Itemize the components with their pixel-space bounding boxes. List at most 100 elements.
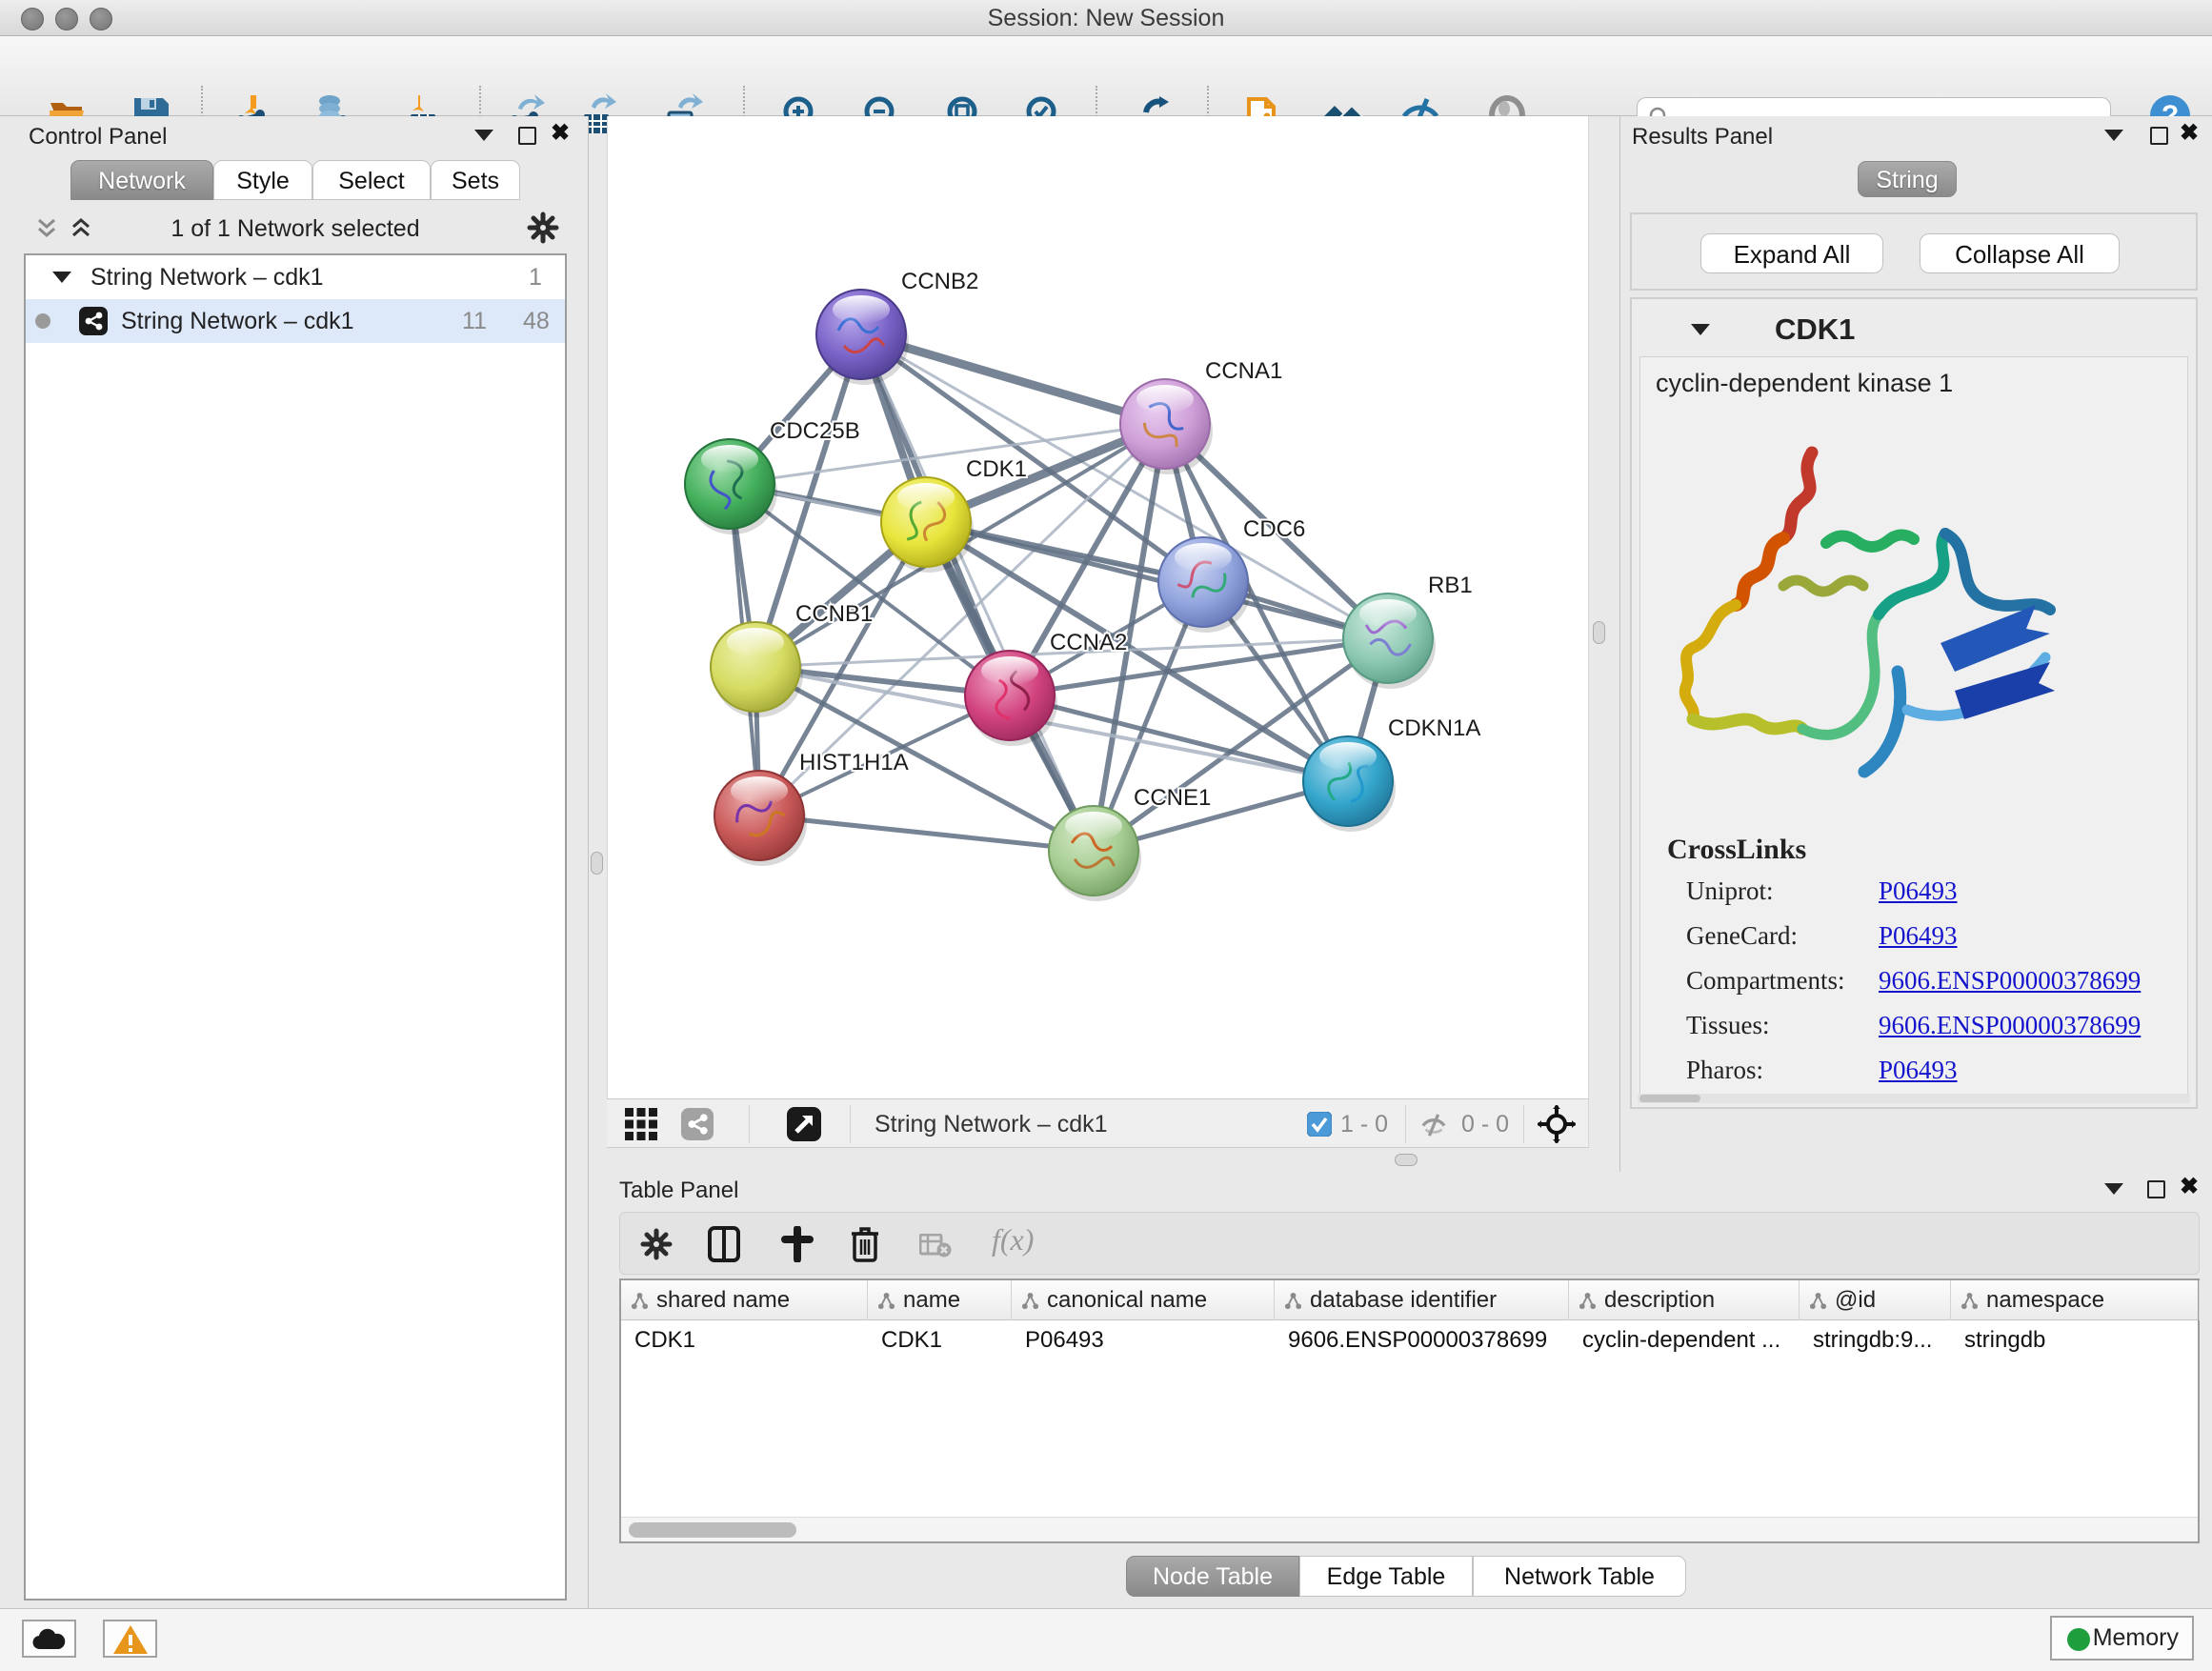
cloud-icon: [30, 1626, 69, 1653]
add-column-icon[interactable]: [780, 1226, 814, 1262]
window-title: Session: New Session: [0, 0, 2212, 36]
node-label: CDC25B: [770, 418, 860, 444]
cloud-button[interactable]: [22, 1620, 76, 1658]
network-node[interactable]: CDK1: [881, 456, 1027, 573]
tab-edge-table[interactable]: Edge Table: [1299, 1556, 1473, 1597]
warnings-button[interactable]: [103, 1620, 157, 1658]
collection-count: 1: [529, 255, 542, 299]
bottom-splitter-handle[interactable]: [1395, 1154, 1418, 1166]
column-tree-icon: [631, 1292, 649, 1310]
tab-sets[interactable]: Sets: [431, 160, 520, 200]
left-splitter-handle[interactable]: [591, 852, 603, 875]
columns-icon[interactable]: [708, 1226, 740, 1262]
float-panel-icon[interactable]: [2104, 1183, 2123, 1195]
close-panel-icon[interactable]: ✖: [551, 124, 570, 142]
float-panel-icon[interactable]: [474, 130, 493, 141]
protein-description: cyclin-dependent kinase 1: [1656, 369, 1953, 398]
crosslink-link[interactable]: 9606.ENSP00000378699: [1879, 1011, 2141, 1040]
selection-status: 1 of 1 Network selected: [24, 215, 567, 243]
tab-select[interactable]: Select: [312, 160, 431, 200]
network-edge[interactable]: [926, 522, 1388, 638]
crosslink-label: Compartments:: [1686, 966, 1844, 995]
results-hscrollbar[interactable]: [1638, 1094, 2190, 1103]
crosslink-label: Pharos:: [1686, 1056, 1763, 1084]
column-header-label: database identifier: [1310, 1287, 1497, 1313]
node-label: CCNA2: [1050, 630, 1127, 655]
column-header[interactable]: canonical name: [1012, 1280, 1275, 1320]
fit-selected-crosshair-icon[interactable]: [1538, 1105, 1576, 1143]
control-panel: Control Panel ✖ Network Style Select Set…: [0, 116, 589, 1608]
close-panel-icon[interactable]: ✖: [2180, 1178, 2199, 1196]
column-header[interactable]: description: [1569, 1280, 1800, 1320]
grid-view-icon[interactable]: [625, 1108, 657, 1140]
float-panel-icon[interactable]: [2104, 130, 2123, 141]
table-cell[interactable]: stringdb: [1951, 1320, 2200, 1360]
node-label: CCNA1: [1205, 358, 1282, 384]
column-header[interactable]: database identifier: [1275, 1280, 1569, 1320]
title-bar: Session: New Session: [0, 0, 2212, 36]
tab-network[interactable]: Network: [70, 160, 213, 200]
crosslink-link[interactable]: P06493: [1879, 876, 1958, 906]
close-panel-icon[interactable]: ✖: [2180, 124, 2199, 142]
undock-panel-icon[interactable]: [518, 127, 536, 145]
table-cell[interactable]: P06493: [1012, 1320, 1275, 1360]
table-cell[interactable]: cyclin-dependent ...: [1569, 1320, 1800, 1360]
network-collection-row[interactable]: String Network – cdk1 1: [26, 255, 565, 299]
table-cell[interactable]: CDK1: [868, 1320, 1012, 1360]
crosslink-link[interactable]: 9606.ENSP00000378699: [1879, 966, 2141, 996]
column-header-label: description: [1604, 1287, 1715, 1313]
network-canvas[interactable]: CCNB2CCNA1CDC25BCDK1CDC6RB1CCNB1CCNA2CDK…: [608, 116, 1590, 1098]
tab-style[interactable]: Style: [213, 160, 312, 200]
network-node[interactable]: CCNB2: [816, 269, 978, 385]
column-header[interactable]: name: [868, 1280, 1012, 1320]
table-hscrollbar-thumb[interactable]: [629, 1522, 796, 1538]
tab-network-table[interactable]: Network Table: [1473, 1556, 1686, 1597]
selected-checkbox-icon[interactable]: [1307, 1112, 1332, 1137]
memory-button[interactable]: Memory: [2050, 1616, 2194, 1661]
tab-node-table[interactable]: Node Table: [1126, 1556, 1299, 1597]
column-tree-icon: [1021, 1292, 1039, 1310]
hidden-eye-icon[interactable]: [1418, 1111, 1449, 1139]
network-node[interactable]: RB1: [1343, 573, 1473, 689]
column-header[interactable]: shared name: [621, 1280, 868, 1320]
undock-panel-icon[interactable]: [2147, 1180, 2165, 1198]
tab-string[interactable]: String: [1858, 161, 1957, 197]
separator: [1523, 1105, 1524, 1143]
network-row-selected[interactable]: String Network – cdk1 11 48: [26, 299, 565, 343]
crosslink-link[interactable]: P06493: [1879, 921, 1958, 951]
delete-icon[interactable]: [850, 1225, 880, 1263]
undock-panel-icon[interactable]: [2150, 127, 2168, 145]
expand-all-button[interactable]: Expand All: [1700, 233, 1883, 273]
network-view-icon[interactable]: [681, 1108, 714, 1140]
collection-label: String Network – cdk1: [90, 255, 324, 299]
protein-expand-icon[interactable]: [1691, 324, 1710, 335]
birdseye-view-icon[interactable]: [787, 1107, 821, 1141]
collapse-all-button[interactable]: Collapse All: [1920, 233, 2120, 273]
network-node[interactable]: CCNA1: [1120, 358, 1282, 474]
table-cell[interactable]: stringdb:9...: [1800, 1320, 1951, 1360]
table-cell[interactable]: CDK1: [621, 1320, 868, 1360]
network-node[interactable]: CDKN1A: [1303, 715, 1480, 832]
table-cell[interactable]: 9606.ENSP00000378699: [1275, 1320, 1569, 1360]
gear-icon[interactable]: [640, 1228, 673, 1260]
node-label: RB1: [1428, 573, 1473, 598]
column-header[interactable]: namespace: [1951, 1280, 2200, 1320]
network-node[interactable]: HIST1H1A: [714, 750, 909, 866]
node-label: CDC6: [1243, 516, 1305, 542]
table-hscrollbar[interactable]: [621, 1517, 2198, 1541]
column-header-label: namespace: [1986, 1287, 2104, 1313]
gear-icon[interactable]: [527, 211, 559, 244]
network-view-toolbar: String Network – cdk1 1 - 0 0 - 0: [607, 1098, 1589, 1148]
crosslink-link[interactable]: P06493: [1879, 1056, 1958, 1085]
crosslink-row: Compartments: 9606.ENSP00000378699: [1686, 966, 2182, 1011]
column-header[interactable]: @id: [1800, 1280, 1951, 1320]
network-node[interactable]: CDC6: [1158, 516, 1305, 633]
memory-label: Memory: [2093, 1624, 2179, 1651]
crosslink-row: Tissues:9606.ENSP00000378699: [1686, 1011, 2182, 1056]
status-bar: Memory: [0, 1608, 2212, 1671]
collection-expand-icon[interactable]: [52, 272, 71, 283]
right-splitter-handle[interactable]: [1593, 621, 1605, 644]
results-hscrollbar-thumb[interactable]: [1639, 1095, 1700, 1102]
table-toolbar: f(x): [619, 1212, 2200, 1275]
crosslink-row: GeneCard:P06493: [1686, 921, 2182, 966]
